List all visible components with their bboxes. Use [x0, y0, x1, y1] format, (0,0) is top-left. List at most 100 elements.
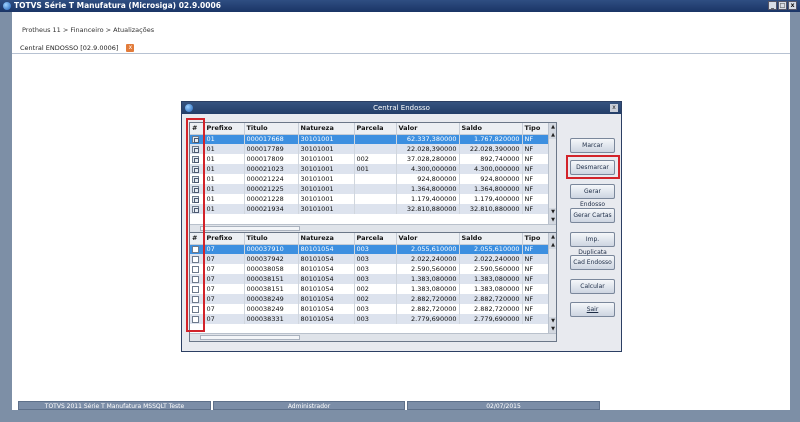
cell-prefixo: 07 — [204, 254, 245, 264]
close-window-button[interactable]: x — [788, 1, 797, 10]
cell-saldo: 892,740000 — [459, 154, 523, 164]
imp-duplicata-button[interactable]: Imp. Duplicata — [570, 232, 615, 256]
column-header[interactable]: Natureza — [298, 233, 355, 245]
cell-titulo: 000037942 — [244, 254, 299, 264]
table-row[interactable]: 07 000038058 80101054 003 2.590,560000 2.590,… — [190, 264, 550, 274]
horizontal-scroll-thumb[interactable] — [200, 226, 300, 231]
vertical-scrollbar[interactable]: ▲ ▲ ▼ ▼ — [548, 123, 556, 224]
dialog-titlebar: Central Endosso x — [182, 102, 621, 114]
column-header[interactable]: Titulo — [244, 123, 299, 135]
dialog-title: Central Endosso — [373, 104, 430, 112]
sair-button[interactable]: Sair — [570, 302, 615, 317]
calcular-button[interactable]: Calcular — [570, 279, 615, 294]
table-row[interactable]: 07 000038151 80101054 003 1.383,080000 1.383,… — [190, 274, 550, 284]
column-header[interactable]: Natureza — [298, 123, 355, 135]
cell-titulo: 000038151 — [244, 274, 299, 284]
tab-central-endosso[interactable]: Central ENDOSSO [02.9.0006] x — [18, 42, 136, 54]
marcar-button[interactable]: Marcar — [570, 138, 615, 153]
horizontal-scrollbar[interactable] — [190, 333, 556, 341]
cell-saldo: 2.882,720000 — [459, 304, 523, 314]
cell-parcela — [354, 204, 397, 214]
table-row[interactable]: 01 000017668 30101001 62.337,380000 1.767,82… — [190, 134, 550, 144]
cell-parcela: 003 — [354, 304, 397, 314]
cell-tipo: NF — [522, 134, 550, 144]
column-header[interactable]: Prefixo — [204, 123, 245, 135]
scroll-top-icon[interactable]: ▲ — [549, 131, 556, 139]
cell-prefixo: 01 — [204, 204, 245, 214]
column-header[interactable]: Titulo — [244, 233, 299, 245]
status-user: Administrador — [213, 401, 405, 410]
scroll-bottom-icon[interactable]: ▼ — [549, 325, 556, 333]
desmarcar-highlight — [566, 155, 620, 179]
cell-titulo: 000021224 — [244, 174, 299, 184]
horizontal-scroll-thumb[interactable] — [200, 335, 300, 340]
horizontal-scrollbar[interactable] — [190, 224, 556, 232]
status-date: 02/07/2015 — [407, 401, 600, 410]
scroll-bottom-icon[interactable]: ▼ — [549, 216, 556, 224]
scroll-up-icon[interactable]: ▲ — [549, 233, 556, 241]
table-row[interactable]: 07 000038249 80101054 003 2.882,720000 2.882,… — [190, 304, 550, 314]
cell-titulo: 000038331 — [244, 314, 299, 324]
table-row[interactable]: 07 000038331 80101054 003 2.779,690000 2.779,… — [190, 314, 550, 324]
column-header[interactable]: Prefixo — [204, 233, 245, 245]
scroll-down-icon[interactable]: ▼ — [549, 208, 556, 216]
maximize-button[interactable]: □ — [778, 1, 787, 10]
column-header[interactable]: Valor — [396, 123, 460, 135]
dialog-close-button[interactable]: x — [610, 104, 618, 112]
scroll-up-icon[interactable]: ▲ — [549, 123, 556, 131]
cell-valor: 1.383,080000 — [396, 274, 460, 284]
cell-natureza: 30101001 — [298, 194, 355, 204]
cell-natureza: 30101001 — [298, 184, 355, 194]
column-header[interactable]: Tipo — [522, 233, 550, 245]
cell-saldo: 1.364,800000 — [459, 184, 523, 194]
scroll-down-icon[interactable]: ▼ — [549, 317, 556, 325]
table-row[interactable]: 07 000037910 80101054 003 2.055,610000 2.055,… — [190, 244, 550, 254]
table-row[interactable]: 07 000037942 80101054 003 2.022,240000 2.022,… — [190, 254, 550, 264]
cell-saldo: 2.590,560000 — [459, 264, 523, 274]
cell-tipo: NF — [522, 174, 550, 184]
cell-prefixo: 07 — [204, 304, 245, 314]
table-row[interactable]: 01 000021224 30101001 924,800000 924,800000 N… — [190, 174, 550, 184]
column-header[interactable]: Tipo — [522, 123, 550, 135]
titles-grid-upper[interactable]: # Prefixo Titulo Natureza Parcela Valor Saldo T… — [189, 122, 557, 233]
table-row[interactable]: 07 000038249 80101054 002 2.882,720000 2.882,… — [190, 294, 550, 304]
column-header[interactable]: Parcela — [354, 233, 397, 245]
cell-parcela: 002 — [354, 154, 397, 164]
cell-titulo: 000038249 — [244, 304, 299, 314]
column-header[interactable]: Saldo — [459, 233, 523, 245]
table-row[interactable]: 01 000021228 30101001 1.179,400000 1.179,400… — [190, 194, 550, 204]
grid-header-row: # Prefixo Titulo Natureza Parcela Valor Saldo T… — [190, 123, 550, 135]
cell-saldo: 2.779,690000 — [459, 314, 523, 324]
tab-close-icon[interactable]: x — [126, 44, 135, 52]
table-row[interactable]: 01 000021225 30101001 1.364,800000 1.364,800… — [190, 184, 550, 194]
cell-saldo: 2.882,720000 — [459, 294, 523, 304]
table-row[interactable]: 01 000021023 30101001 001 4.300,000000 4.300,… — [190, 164, 550, 174]
cell-titulo: 000017809 — [244, 154, 299, 164]
table-row[interactable]: 07 000038151 80101054 002 1.383,080000 1.383,… — [190, 284, 550, 294]
table-row[interactable]: 01 000021934 30101001 32.810,880000 32.810,8… — [190, 204, 550, 214]
app-logo-icon — [3, 2, 11, 10]
cell-tipo: NF — [522, 204, 550, 214]
central-endosso-dialog: Central Endosso x # Prefixo Titulo Natureza… — [181, 101, 622, 352]
table-row[interactable]: 01 000017789 30101001 22.028,390000 22.028,3… — [190, 144, 550, 154]
cell-valor: 37.028,280000 — [396, 154, 460, 164]
column-header[interactable]: Saldo — [459, 123, 523, 135]
cell-titulo: 000021934 — [244, 204, 299, 214]
gerar-cartas-button[interactable]: Gerar Cartas — [570, 208, 615, 223]
cell-parcela: 003 — [354, 264, 397, 274]
gerar-endosso-button[interactable]: Gerar Endosso — [570, 184, 615, 208]
cell-valor: 2.779,690000 — [396, 314, 460, 324]
minimize-button[interactable]: _ — [768, 1, 777, 10]
cell-parcela — [354, 194, 397, 204]
cell-tipo: NF — [522, 194, 550, 204]
cad-endosso-button[interactable]: Cad Endosso — [570, 255, 615, 270]
column-header[interactable]: Valor — [396, 233, 460, 245]
cell-natureza: 80101054 — [298, 244, 355, 254]
cell-parcela: 003 — [354, 274, 397, 284]
table-row[interactable]: 01 000017809 30101001 002 37.028,280000 892,7… — [190, 154, 550, 164]
column-header[interactable]: Parcela — [354, 123, 397, 135]
vertical-scrollbar[interactable]: ▲ ▲ ▼ ▼ — [548, 233, 556, 333]
scroll-top-icon[interactable]: ▲ — [549, 241, 556, 249]
cell-natureza: 80101054 — [298, 274, 355, 284]
titles-grid-lower[interactable]: # Prefixo Titulo Natureza Parcela Valor Saldo T… — [189, 232, 557, 342]
